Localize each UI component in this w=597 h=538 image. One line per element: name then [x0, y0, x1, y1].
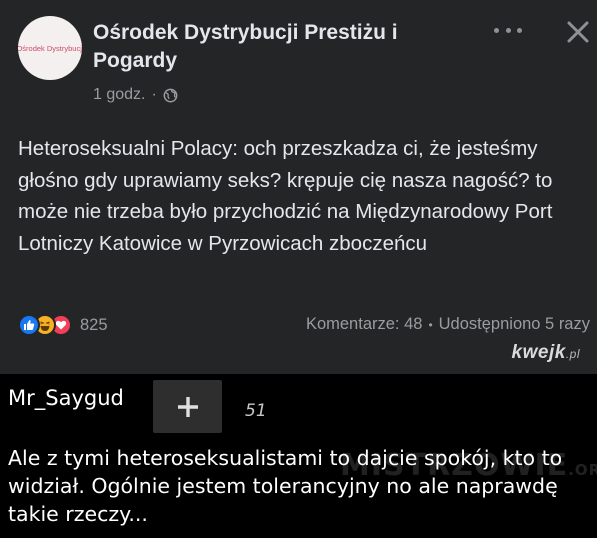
avatar-logo-text: Ośrodek Dystrybucji	[18, 43, 82, 53]
shares-count[interactable]: Udostępniono 5 razy	[439, 315, 590, 334]
kwejk-logo-suffix: .pl	[565, 347, 580, 361]
plus-icon	[177, 396, 198, 417]
comment-score: 51	[245, 401, 267, 421]
stats-separator: •	[428, 317, 433, 332]
post-stats: Komentarze: 48 • Udostępniono 5 razy	[306, 315, 590, 334]
page-name[interactable]: Ośrodek Dystrybucji Prestiżu i Pogardy	[93, 19, 473, 75]
comments-count[interactable]: Komentarze: 48	[306, 315, 422, 334]
comment-block: Mr_Saygud 51 MISTRZOWIE.ORG Ale z tymi h…	[0, 374, 597, 538]
upvote-button[interactable]	[153, 380, 222, 433]
globe-icon	[163, 88, 178, 102]
reactions-summary[interactable]: 825	[18, 313, 108, 337]
post-time[interactable]: 1 godz.	[93, 86, 145, 104]
kwejk-logo: kwejk.pl	[512, 342, 580, 364]
page-avatar[interactable]: Ośrodek Dystrybucji	[18, 16, 82, 80]
meta-separator: ·	[151, 86, 157, 103]
reactions-count: 825	[80, 315, 108, 334]
kwejk-logo-main: kwejk	[511, 342, 566, 363]
post-meta: 1 godz. ·	[93, 86, 178, 104]
close-icon[interactable]	[566, 20, 590, 44]
more-options-icon[interactable]	[494, 22, 522, 38]
comment-username[interactable]: Mr_Saygud	[8, 386, 124, 410]
comment-text: Ale z tymi heteroseksualistami to dajcie…	[8, 446, 563, 526]
like-reaction-icon	[18, 314, 40, 336]
post-body: Heteroseksualni Polacy: och przeszkadza …	[18, 137, 553, 255]
facebook-post: Ośrodek Dystrybucji Ośrodek Dystrybucji …	[0, 0, 597, 374]
